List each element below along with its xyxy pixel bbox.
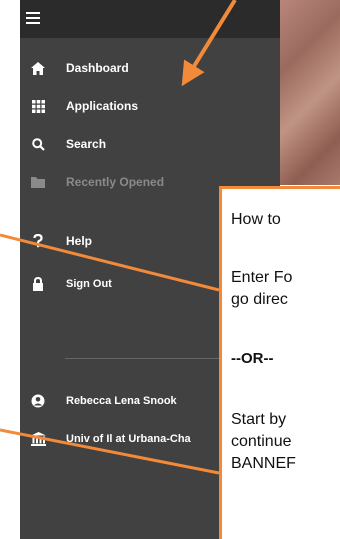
hamburger-menu-icon[interactable] xyxy=(26,12,40,24)
nav-label-dashboard: Dashboard xyxy=(66,61,129,75)
folder-icon xyxy=(30,174,46,190)
search-icon xyxy=(30,136,46,152)
top-bar xyxy=(20,0,280,38)
nav-item-recently-opened[interactable]: Recently Opened xyxy=(20,170,240,194)
home-icon xyxy=(30,60,46,76)
nav-item-search[interactable]: Search xyxy=(20,132,240,156)
nav-label-search: Search xyxy=(66,137,107,151)
callout-line-5: Start by xyxy=(231,411,287,428)
instruction-callout: How to Enter Fo go direc --OR-- Start by… xyxy=(219,186,340,539)
institution-icon xyxy=(30,431,46,447)
callout-line-2: Enter Fo xyxy=(231,269,293,286)
nav-item-sign-out[interactable]: Sign Out xyxy=(20,272,240,296)
nav-label-applications: Applications xyxy=(66,99,139,113)
nav-label-help: Help xyxy=(66,234,93,248)
callout-line-1: How to xyxy=(231,211,281,228)
user-circle-icon xyxy=(30,393,46,409)
nav-label-recently-opened: Recently Opened xyxy=(66,175,165,189)
grid-icon xyxy=(30,98,46,114)
callout-line-6: continue xyxy=(231,433,292,450)
background-photo xyxy=(280,0,340,185)
user-name: Rebecca Lena Snook xyxy=(66,395,177,407)
callout-line-4: --OR-- xyxy=(231,350,274,367)
callout-line-7: BANNEF xyxy=(231,455,296,472)
question-icon xyxy=(30,233,46,249)
nav-item-dashboard[interactable]: Dashboard xyxy=(20,56,240,80)
nav-item-help[interactable]: Help xyxy=(20,229,240,253)
nav-item-applications[interactable]: Applications xyxy=(20,94,240,118)
nav-label-sign-out: Sign Out xyxy=(66,278,112,290)
callout-line-3: go direc xyxy=(231,291,288,308)
institution-name: Univ of Il at Urbana-Cha xyxy=(66,433,191,445)
lock-icon xyxy=(30,276,46,292)
